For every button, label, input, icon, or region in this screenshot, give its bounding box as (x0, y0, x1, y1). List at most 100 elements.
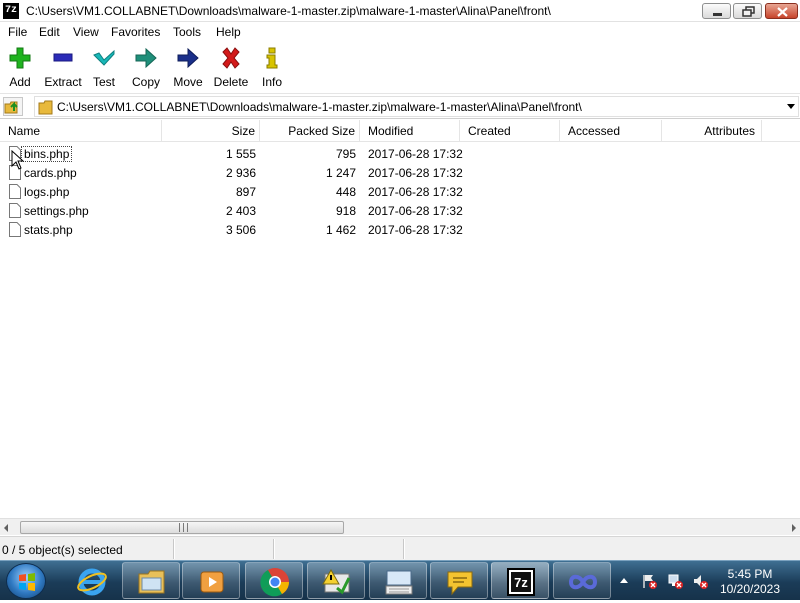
column-name[interactable]: Name (0, 120, 162, 142)
menu-help[interactable]: Help (216, 25, 241, 39)
file-size: 2 936 (225, 166, 256, 180)
restore-button[interactable] (733, 3, 762, 19)
menu-file[interactable]: File (8, 25, 27, 39)
app-logo-icon: 7z (3, 3, 19, 19)
column-modified[interactable]: Modified (360, 120, 460, 142)
keyboard-app-icon (385, 570, 413, 595)
extract-button[interactable]: Extract (42, 46, 84, 92)
system-clock[interactable]: 5:45 PM 10/20/2023 (712, 567, 788, 597)
file-row[interactable]: settings.php 2 403 918 2017-06-28 17:32 (0, 202, 800, 221)
file-size: 3 506 (225, 223, 256, 237)
file-name: bins.php (20, 146, 73, 162)
column-attributes[interactable]: Attributes (662, 120, 762, 142)
address-bar: C:\Users\VM1.COLLABNET\Downloads\malware… (0, 95, 800, 119)
info-label: Info (261, 75, 282, 89)
file-list: bins.php 1 555 795 2017-06-28 17:32 card… (0, 143, 800, 518)
file-size: 2 403 (225, 204, 256, 218)
horizontal-scrollbar[interactable]: ||| (0, 518, 800, 535)
menu-favorites[interactable]: Favorites (111, 25, 160, 39)
minimize-icon (713, 13, 722, 16)
windows-logo-icon (19, 573, 35, 591)
column-accessed[interactable]: Accessed (560, 120, 662, 142)
taskbar-chat-app[interactable] (430, 562, 488, 599)
restore-icon (742, 6, 755, 17)
scrollbar-thumb[interactable]: ||| (20, 521, 344, 534)
minus-icon (53, 53, 73, 62)
copy-arrow-icon (135, 47, 157, 69)
show-hidden-icons-button[interactable] (620, 578, 628, 583)
taskbar-media-player[interactable] (182, 562, 240, 599)
file-modified: 2017-06-28 17:32 (368, 147, 463, 161)
menu-edit[interactable]: Edit (39, 25, 60, 39)
window-title: C:\Users\VM1.COLLABNET\Downloads\malware… (26, 4, 551, 18)
column-header: Name Size Packed Size Modified Created A… (0, 120, 800, 142)
taskbar-chrome[interactable] (245, 562, 303, 599)
action-center-flag-icon[interactable] (641, 573, 657, 589)
test-label: Test (92, 75, 115, 89)
taskbar-7zip[interactable]: 7z (491, 562, 549, 599)
status-bar: 0 / 5 object(s) selected (0, 536, 800, 560)
chat-bubble-icon (447, 571, 473, 596)
media-player-icon (200, 571, 224, 593)
column-size[interactable]: Size (162, 120, 260, 142)
chrome-icon (260, 568, 289, 597)
file-name: cards.php (24, 166, 77, 180)
address-dropdown-icon[interactable] (787, 104, 795, 109)
grip-icon: ||| (178, 523, 191, 533)
file-packed-size: 795 (335, 147, 356, 161)
taskbar-file-explorer[interactable] (122, 562, 180, 599)
address-field[interactable]: C:\Users\VM1.COLLABNET\Downloads\malware… (34, 96, 799, 117)
file-icon (9, 184, 21, 199)
status-divider (403, 539, 405, 559)
file-packed-size: 448 (335, 185, 356, 199)
address-path: C:\Users\VM1.COLLABNET\Downloads\malware… (57, 100, 582, 114)
file-row[interactable]: logs.php 897 448 2017-06-28 17:32 (0, 183, 800, 202)
column-packed-size[interactable]: Packed Size (260, 120, 360, 142)
volume-muted-icon[interactable] (692, 573, 708, 589)
taskbar-keyboard-app[interactable] (369, 562, 427, 599)
file-packed-size: 1 247 (325, 166, 356, 180)
clock-date: 10/20/2023 (719, 582, 781, 596)
file-modified: 2017-06-28 17:32 (368, 166, 463, 180)
close-icon (777, 7, 788, 17)
file-modified: 2017-06-28 17:32 (368, 204, 463, 218)
move-button[interactable]: Move (170, 46, 206, 92)
scroll-right-icon[interactable] (792, 524, 796, 532)
info-button[interactable]: Info (258, 46, 286, 92)
file-row[interactable]: stats.php 3 506 1 462 2017-06-28 17:32 (0, 221, 800, 240)
file-modified: 2017-06-28 17:32 (368, 223, 463, 237)
menu-view[interactable]: View (73, 25, 99, 39)
taskbar-7z-label: 7z (514, 575, 528, 590)
delete-button[interactable]: Delete (211, 46, 251, 92)
up-folder-button[interactable] (3, 97, 23, 116)
start-button[interactable] (6, 563, 46, 599)
move-arrow-icon (177, 47, 199, 69)
file-name: stats.php (24, 223, 73, 237)
delete-label: Delete (213, 75, 249, 89)
file-row[interactable]: cards.php 2 936 1 247 2017-06-28 17:32 (0, 164, 800, 183)
add-label: Add (9, 75, 31, 89)
file-modified: 2017-06-28 17:32 (368, 185, 463, 199)
close-button[interactable] (765, 3, 798, 19)
taskbar-internet-explorer[interactable] (62, 562, 120, 599)
mouse-cursor-icon (11, 150, 25, 170)
warning-app-icon (322, 568, 351, 595)
network-icon[interactable] (667, 573, 683, 589)
clock-time: 5:45 PM (727, 567, 773, 581)
copy-button[interactable]: Copy (128, 46, 164, 92)
menu-tools[interactable]: Tools (173, 25, 201, 39)
status-divider (273, 539, 275, 559)
taskbar-infinity-app[interactable] (553, 562, 611, 599)
minimize-button[interactable] (702, 3, 731, 19)
status-divider (173, 539, 175, 559)
file-row[interactable]: bins.php 1 555 795 2017-06-28 17:32 (0, 145, 800, 164)
test-button[interactable]: Test (88, 46, 120, 92)
up-folder-icon (4, 101, 18, 114)
scroll-left-icon[interactable] (4, 524, 8, 532)
file-packed-size: 918 (335, 204, 356, 218)
file-name: settings.php (24, 204, 89, 218)
taskbar-warning-app[interactable] (307, 562, 365, 599)
column-created[interactable]: Created (460, 120, 560, 142)
add-button[interactable]: Add (4, 46, 36, 92)
menu-bar: File Edit View Favorites Tools Help (0, 22, 800, 42)
